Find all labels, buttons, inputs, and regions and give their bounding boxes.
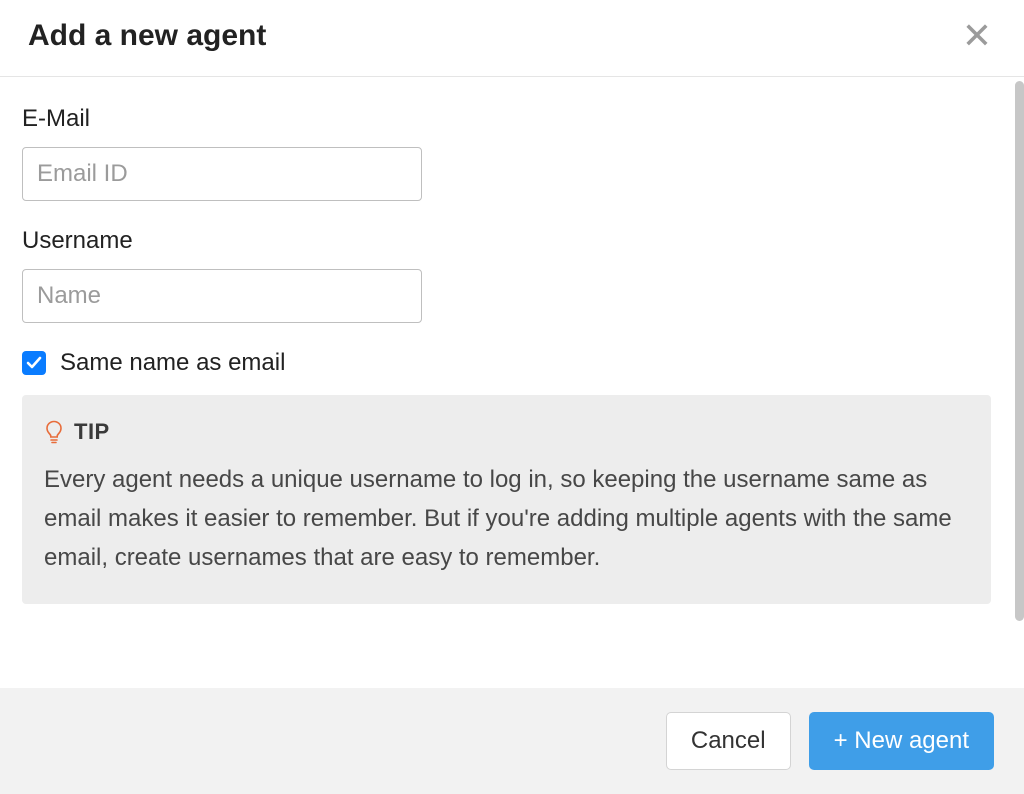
email-label: E-Mail [22,105,991,133]
tip-heading: TIP [74,419,110,445]
dialog-body-wrap: E-Mail Username Same name as email [0,77,1024,688]
tip-box: TIP Every agent needs a unique username … [22,395,991,604]
username-input[interactable] [22,269,422,323]
username-field-block: Username [22,227,991,323]
add-agent-dialog: Add a new agent ✕ E-Mail Username Same n… [0,0,1024,794]
email-field-block: E-Mail [22,105,991,201]
close-icon[interactable]: ✕ [958,18,996,54]
lightbulb-icon [44,420,64,444]
dialog-body: E-Mail Username Same name as email [0,77,1013,688]
same-as-email-checkbox[interactable] [22,351,46,375]
tip-heading-row: TIP [44,419,969,445]
cancel-button[interactable]: Cancel [666,712,791,770]
tip-body: Every agent needs a unique username to l… [44,461,969,578]
scrollbar[interactable] [1013,77,1024,688]
dialog-footer: Cancel + New agent [0,688,1024,794]
scrollbar-thumb[interactable] [1015,81,1024,621]
new-agent-button[interactable]: + New agent [809,712,994,770]
same-as-email-row: Same name as email [22,349,991,377]
dialog-title: Add a new agent [28,19,266,53]
email-input[interactable] [22,147,422,201]
dialog-header: Add a new agent ✕ [0,0,1024,77]
same-as-email-label: Same name as email [60,349,285,377]
username-label: Username [22,227,991,255]
